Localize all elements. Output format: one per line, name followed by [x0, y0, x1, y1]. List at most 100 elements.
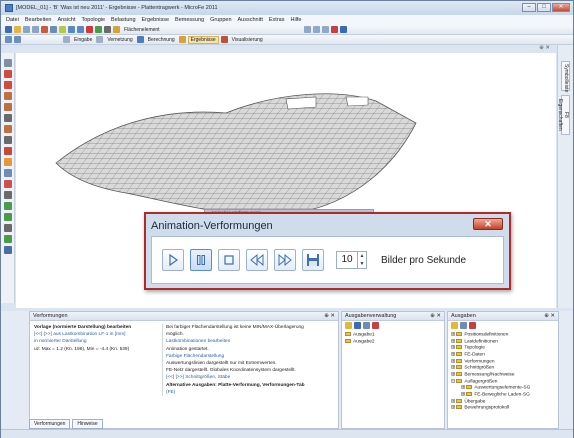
line-tool-icon[interactable] — [3, 103, 12, 111]
menu-hilfe[interactable]: Hilfe — [290, 17, 301, 23]
diagram-icon[interactable] — [3, 213, 12, 221]
zoom-icon[interactable] — [59, 26, 66, 33]
tree-item[interactable]: ⊞ Positionsdefinitionen — [451, 332, 555, 339]
tree-item[interactable]: ⊞ Verformungen — [451, 358, 555, 366]
eigenschaften-tab[interactable]: F8 Eigenschaften — [557, 95, 570, 135]
frames-input[interactable]: 10 — [336, 251, 358, 269]
help-icon[interactable] — [113, 26, 120, 33]
vorlage-link[interactable]: Vorlage (normierte Darstellung) bearbeit… — [34, 324, 174, 331]
menu-ergebnisse[interactable]: Ergebnisse — [142, 17, 170, 23]
pause-button[interactable] — [190, 249, 212, 271]
rotate-icon[interactable] — [14, 36, 21, 43]
undo-icon[interactable] — [23, 26, 30, 33]
zoom-out-icon[interactable] — [77, 26, 84, 33]
save-icon[interactable] — [5, 26, 12, 33]
maximize-button[interactable]: □ — [537, 3, 551, 12]
edge-icon[interactable] — [3, 125, 12, 133]
delete-icon[interactable] — [86, 26, 93, 33]
menu-ausschnitt[interactable]: Ausschnitt — [238, 17, 263, 23]
ausgaben-pin[interactable]: ⊕ ✕ — [544, 313, 555, 319]
zoom-in-icon[interactable] — [68, 26, 75, 33]
result-icon[interactable] — [3, 202, 12, 210]
print-icon[interactable] — [363, 322, 370, 329]
menu-belastung[interactable]: Belastung — [111, 17, 135, 23]
flaechenelement-dropdown[interactable]: Flächenelement — [122, 27, 162, 33]
delete-output-icon[interactable] — [372, 322, 379, 329]
select-icon[interactable] — [95, 26, 102, 33]
moment-icon[interactable] — [3, 180, 12, 188]
color-icon[interactable] — [330, 26, 338, 33]
cut-icon[interactable] — [41, 26, 48, 33]
section-icon[interactable] — [3, 235, 12, 243]
spring-icon[interactable] — [3, 169, 12, 177]
refresh-icon[interactable] — [460, 322, 467, 329]
tree-item[interactable]: Ausgabe2 — [345, 338, 441, 346]
menu-datei[interactable]: Datei — [6, 17, 19, 23]
spin-down-icon[interactable]: ▼ — [358, 260, 366, 268]
right-line-10[interactable]: (FE) — [166, 389, 338, 396]
menu-gruppen[interactable]: Gruppen — [210, 17, 231, 23]
stop-button[interactable] — [218, 249, 240, 271]
axis-icon[interactable] — [3, 191, 12, 199]
view-icon[interactable] — [5, 36, 12, 43]
save-output-icon[interactable] — [354, 322, 361, 329]
dialog-close-button[interactable]: ✕ — [473, 218, 503, 230]
tab-hinweise[interactable]: Hinweise — [72, 419, 103, 429]
pointer-icon[interactable] — [3, 59, 12, 67]
redo-icon[interactable] — [32, 26, 39, 33]
tree-item[interactable]: ⊞ Übergabe — [451, 398, 555, 406]
tree-item[interactable]: ⊞ FE-Bewegliche Laden-SG — [451, 392, 555, 399]
grid-icon[interactable] — [104, 26, 111, 33]
right-line-2[interactable]: Lastkombinationen bearbeiten — [166, 338, 338, 345]
view-pin[interactable]: ⊕ ✕ — [16, 45, 556, 53]
ergebnisse-button[interactable]: Ergebnisse — [187, 35, 219, 44]
symbolleiste-tab[interactable]: Symbolleiste — [561, 61, 570, 92]
menu-topologie[interactable]: Topologie — [82, 17, 106, 23]
close-window-button[interactable]: ✕ — [552, 3, 570, 12]
open-icon[interactable] — [14, 26, 21, 33]
visualisierung-button[interactable]: Visualisierung — [230, 37, 265, 43]
menu-bearbeiten[interactable]: Bearbeiten — [25, 17, 52, 23]
tab-verformungen[interactable]: Verformungen — [29, 419, 71, 429]
load-icon[interactable] — [3, 147, 12, 155]
eingabe-button[interactable]: Eingabe — [72, 37, 94, 43]
beam-icon[interactable] — [3, 92, 12, 100]
filter-icon[interactable] — [469, 322, 476, 329]
layers-icon[interactable] — [339, 26, 347, 33]
berechnung-button[interactable]: Berechnung — [146, 37, 177, 43]
menu-ansicht[interactable]: Ansicht — [57, 17, 75, 23]
spin-up-icon[interactable]: ▲ — [358, 252, 366, 260]
right-line-9[interactable]: Alternative Ausgaben: Platte-Verformung,… — [166, 382, 338, 389]
table-icon[interactable] — [3, 246, 12, 254]
node-icon[interactable] — [3, 70, 12, 78]
support-icon[interactable] — [3, 81, 12, 89]
right-line-7[interactable]: [<<] [>>] Schnittgrößen, Stäbe — [166, 374, 338, 381]
save-animation-button[interactable] — [302, 249, 324, 271]
folder-tool-icon[interactable] — [451, 322, 458, 329]
line-icon[interactable] — [312, 26, 320, 33]
menu-bemessung[interactable]: Bemessung — [175, 17, 204, 23]
menu-extras[interactable]: Extras — [269, 17, 285, 23]
tree-item[interactable]: ⊞ Bewehrungsprotokoll — [451, 405, 555, 412]
new-folder-icon[interactable] — [345, 322, 352, 329]
tree-item[interactable]: ⊟ Auflagergrößen — [451, 378, 555, 386]
tree-item[interactable]: Ausgabe1 — [345, 332, 441, 339]
vernetzung-button[interactable]: Vernetzung — [105, 37, 134, 43]
ausgabenverwaltung-pin[interactable]: ⊕ ✕ — [430, 313, 441, 319]
area-load-icon[interactable] — [3, 158, 12, 166]
tree-item[interactable]: ⊞ FE-Daten — [451, 352, 555, 359]
text-icon[interactable] — [3, 136, 12, 144]
play-button[interactable] — [162, 249, 184, 271]
minimize-button[interactable]: – — [522, 3, 536, 12]
tree-item[interactable]: ⊞ Bemessung/Nachweise — [451, 372, 555, 379]
measure-icon[interactable] — [3, 224, 12, 232]
box-icon[interactable] — [3, 114, 12, 122]
normiert-link[interactable]: in normierter Darstellung — [34, 338, 174, 345]
lastkombination-link[interactable]: [<<] [>>] aus Lastkombination LF-1 in [m… — [34, 331, 174, 338]
tree-item[interactable]: ⊞ Topologie — [451, 345, 555, 352]
draw-icon[interactable] — [303, 26, 311, 33]
verformungen-pin[interactable]: ⊕ ✕ — [324, 313, 335, 319]
arc-icon[interactable] — [321, 26, 329, 33]
fast-forward-button[interactable] — [274, 249, 296, 271]
right-line-4[interactable]: Farbige Flächendarstellung — [166, 353, 338, 360]
